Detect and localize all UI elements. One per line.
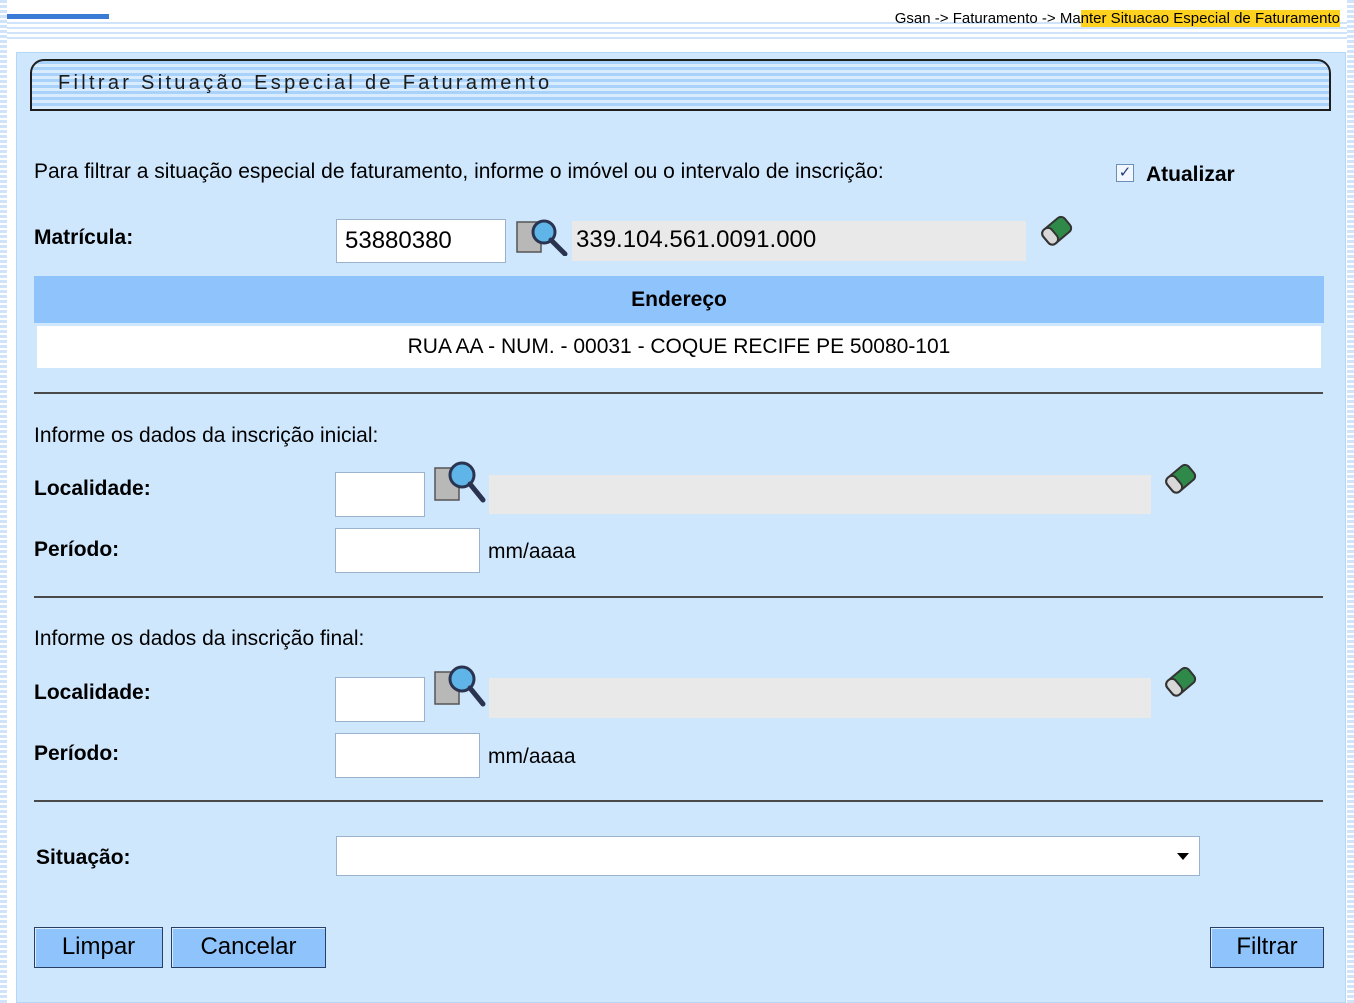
chevron-down-icon (1177, 853, 1189, 860)
instructions-text: Para filtrar a situação especial de fatu… (34, 160, 884, 183)
breadcrumb-current: nter Situacao Especial de Faturamento (1080, 10, 1340, 27)
inicial-localidade-label: Localidade: (34, 477, 151, 500)
matricula-input[interactable] (336, 219, 506, 263)
eraser-final-icon[interactable] (1160, 661, 1200, 701)
separator (34, 800, 1323, 802)
inicial-periodo-hint: mm/aaaa (488, 540, 576, 563)
final-periodo-input[interactable] (335, 733, 480, 778)
cancelar-button[interactable]: Cancelar (171, 927, 326, 968)
final-localidade-input[interactable] (335, 677, 425, 722)
final-heading: Informe os dados da inscrição final: (34, 627, 365, 650)
search-matricula-icon[interactable] (514, 216, 568, 256)
inicial-heading: Informe os dados da inscrição inicial: (34, 424, 379, 447)
atualizar-label: Atualizar (1146, 163, 1235, 186)
inicial-localidade-desc (489, 475, 1151, 514)
page-title: Filtrar Situação Especial de Faturamento (58, 72, 553, 94)
endereco-header: Endereço (34, 276, 1324, 323)
eraser-matricula-icon[interactable] (1036, 210, 1076, 250)
left-edge-stripes (0, 0, 7, 1003)
filtrar-button[interactable]: Filtrar (1210, 927, 1324, 968)
final-periodo-hint: mm/aaaa (488, 745, 576, 768)
situacao-label: Situação: (36, 846, 131, 869)
final-periodo-label: Período: (34, 742, 120, 765)
breadcrumb-path: Gsan -> Faturamento -> Ma (894, 10, 1081, 27)
search-final-localidade-icon[interactable] (432, 662, 486, 710)
top-accent-bar (7, 14, 109, 19)
separator (34, 392, 1323, 394)
eraser-inicial-icon[interactable] (1160, 458, 1200, 498)
atualizar-checkbox[interactable]: ✓ (1116, 164, 1134, 182)
inscricao-field: 339.104.561.0091.000 (572, 221, 1026, 261)
inicial-localidade-input[interactable] (335, 472, 425, 517)
matricula-label: Matrícula: (34, 226, 134, 249)
situacao-select[interactable] (336, 836, 1200, 876)
separator (34, 596, 1323, 598)
inicial-periodo-label: Período: (34, 538, 120, 561)
final-localidade-label: Localidade: (34, 681, 151, 704)
breadcrumb: Gsan -> Faturamento -> Manter Situacao E… (895, 10, 1340, 27)
search-inicial-localidade-icon[interactable] (432, 458, 486, 506)
endereco-value: RUA AA - NUM. - 00031 - COQUE RECIFE PE … (37, 326, 1321, 368)
right-edge-stripes (1347, 0, 1354, 1003)
inicial-periodo-input[interactable] (335, 528, 480, 573)
final-localidade-desc (489, 678, 1151, 718)
limpar-button[interactable]: Limpar (34, 927, 163, 968)
